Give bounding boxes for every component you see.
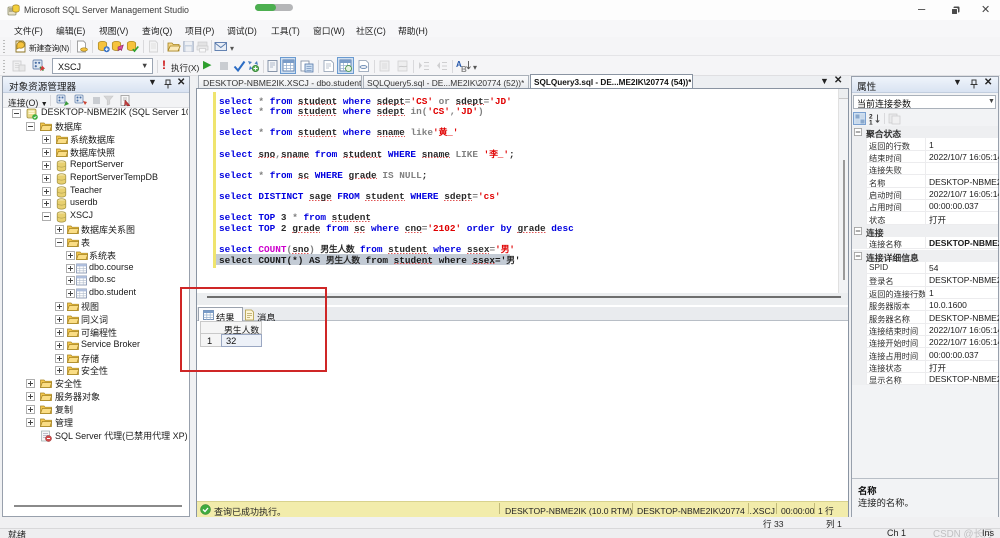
svg-text:1: 1: [869, 120, 873, 126]
svg-text:B: B: [461, 65, 467, 73]
